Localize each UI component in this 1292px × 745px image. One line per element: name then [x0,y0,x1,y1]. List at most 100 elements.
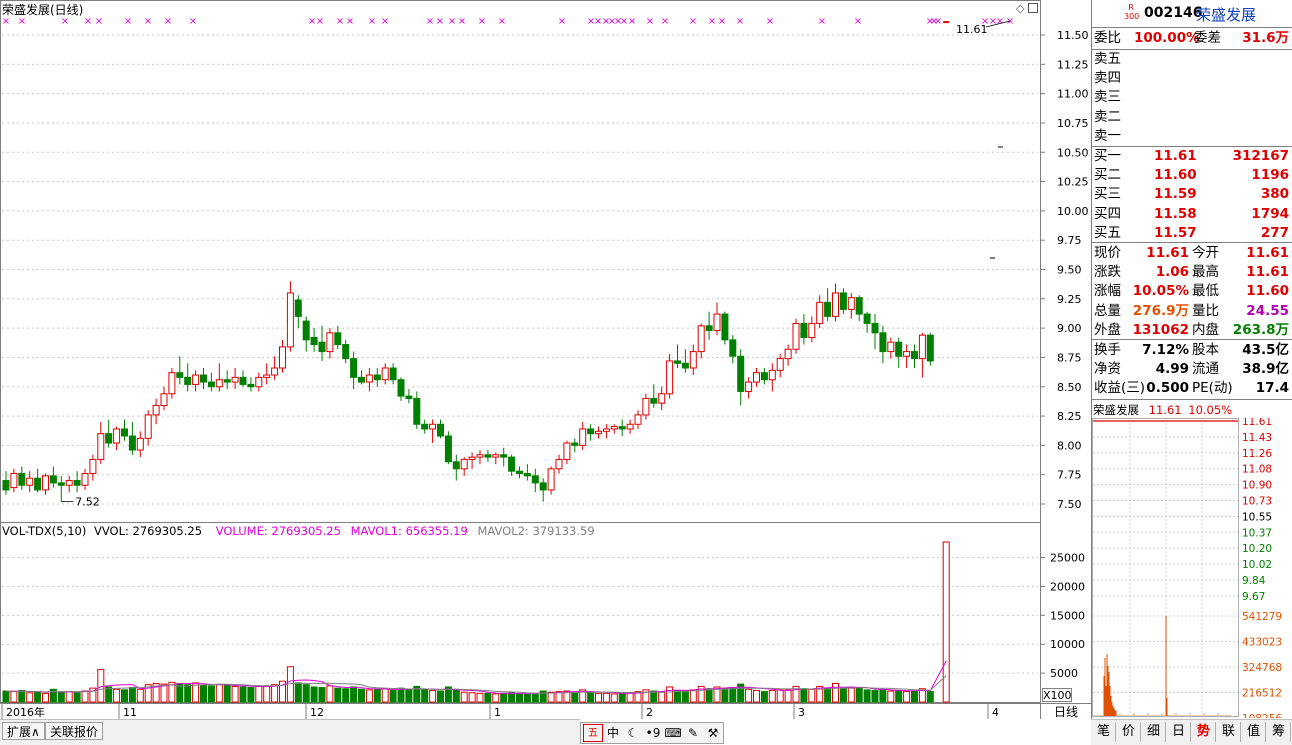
candle-body [492,454,500,458]
candle-body [642,397,650,416]
candle-down [57,475,65,502]
candle-up [160,386,168,411]
candle-up [887,337,895,359]
candle-down [650,384,658,408]
volume-unit-label: X100 [1042,688,1072,702]
candle-body [871,322,879,334]
tool-icon-6[interactable]: ⚒ [703,724,723,742]
candle-body [200,374,207,383]
candle-up [215,363,223,392]
side-tab-1[interactable]: 价 [1117,722,1141,742]
buy-volume: 312167 [1232,148,1289,164]
period-label[interactable]: 日线 [1042,704,1090,720]
side-tab-4[interactable]: 势 [1192,722,1216,742]
candle-body [373,374,381,381]
side-tab-2[interactable]: 细 [1142,722,1166,742]
candle-up [626,419,634,434]
kline-chart[interactable]: 11.50 11.25 11.00 10.75 10.50 10.25 10.00 9.75 9… [0,0,1091,719]
vvol-label: VVOL: 2769305.25 [94,524,203,538]
volume-bar-up [776,689,784,703]
candle-down [531,468,539,493]
tool-icon-0[interactable]: 五 [583,724,603,742]
candle-body [405,395,413,399]
maximize-icon[interactable] [1028,3,1038,13]
candle-down [800,314,808,345]
volume-bar-up [429,689,437,703]
candle-down [18,466,26,490]
fund-label: 流通 [1192,361,1219,378]
fund-value: 43.5亿 [1242,342,1289,358]
volume-bar-up [113,688,121,703]
volume-bar-up [745,688,753,703]
side-tab-5[interactable]: 联 [1217,722,1241,742]
side-tab-3[interactable]: 日 [1167,722,1191,742]
candle-body [34,477,42,491]
volume-bar-down [571,691,579,703]
candle-body [89,458,97,475]
mini-price-tick: 11.08 [1242,464,1272,476]
bottom-tab-1[interactable]: 关联报价 [45,722,104,740]
tool-icon-1[interactable]: 中 [603,724,623,742]
fund-label: PE(动) [1192,380,1233,397]
stock-name[interactable]: 荣盛发展 [1196,4,1256,25]
volume-bar-down [437,690,444,703]
intraday-chart[interactable]: 11.61 11.43 11.26 11.08 10.90 10.73 10.55 10.37… [1092,418,1292,718]
candle-down [587,424,595,441]
bottom-tab-0[interactable]: 扩展∧ [2,722,45,740]
candle-down [839,288,847,315]
candle-up [97,421,105,465]
candle-body [184,376,192,385]
volume-bar-down [34,691,42,703]
tool-icon-3[interactable]: •9 [643,724,663,742]
signal-marker: × [718,16,726,27]
volume-bar-down [484,692,492,703]
candle-down [397,377,405,401]
bottom-left-bar: 扩展∧ 关联报价 [0,719,580,745]
candle-down [452,454,460,481]
candle-up [847,292,855,319]
volume-tick-label: 10000 [1050,638,1085,651]
tool-icon-2[interactable]: ☾ [623,724,643,742]
tool-icon-4[interactable]: ⌨ [663,724,683,742]
candle-down [824,288,832,322]
candle-body [595,430,602,435]
volume-bar-down [523,693,531,703]
candle-body [42,475,49,491]
volume-bar-down [223,684,231,703]
buy-price: 11.61 [1154,148,1197,164]
candle-body [144,414,152,439]
diamond-icon[interactable]: ◇ [1016,2,1024,15]
price-tick-label: 11.25 [1057,58,1089,71]
candle-body [713,313,721,331]
stat-label: 涨跌 [1094,264,1121,281]
fund-value: 4.99 [1155,361,1189,378]
tool-icon-5[interactable]: ✎ [683,724,703,742]
side-tab-7[interactable]: 筹 [1267,722,1291,742]
signal-marker: × [84,16,92,27]
volume-bar-down [855,687,863,703]
x-axis-label: 1 [494,706,501,719]
candle-body [705,325,713,331]
buy-row: 买五 11.57 277 [1092,224,1292,243]
sell-row: 卖一 [1092,127,1292,146]
volume-bar-up [476,692,484,703]
volume-bar-up [784,689,792,703]
candle-up [602,424,610,439]
side-tab-0[interactable]: 笔 [1092,722,1116,742]
stat-label: 今开 [1192,245,1219,261]
price-tick-label: 10.25 [1057,176,1089,189]
x-axis-label: 3 [798,706,805,719]
price-tick-label: 9.00 [1057,322,1082,335]
candle-down [342,339,350,364]
mini-vol-tick: 108256 [1242,713,1282,718]
candle-up [768,363,776,392]
buy-price: 11.60 [1154,167,1197,184]
candle-up [918,332,926,378]
candle-body [681,362,689,369]
volume-bar-down [760,691,768,703]
candle-up [666,353,674,399]
candle-up [144,410,152,446]
candle-body [128,435,136,451]
side-tab-6[interactable]: 值 [1242,722,1266,742]
weibi-row: 委比 100.00% 委差 31.6万 [1094,30,1289,46]
